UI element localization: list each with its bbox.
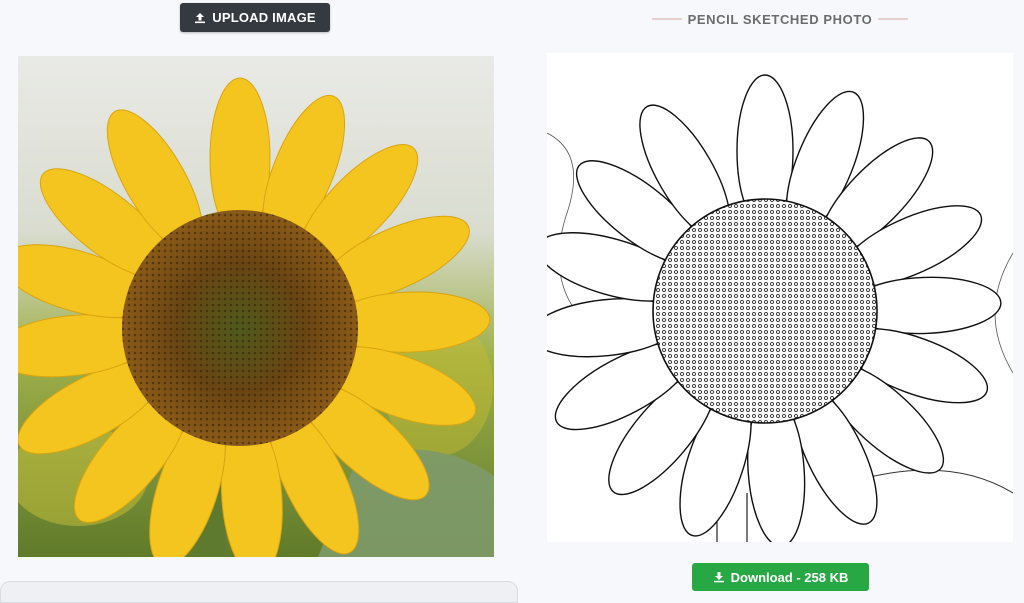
download-icon <box>713 571 725 583</box>
title-divider-right <box>878 18 909 20</box>
title-divider-left <box>652 18 682 20</box>
bottom-panel <box>0 581 518 603</box>
upload-image-button[interactable]: UPLOAD IMAGE <box>180 3 330 32</box>
result-title: PENCIL SKETCHED PHOTO <box>652 9 909 29</box>
download-button[interactable]: Download - 258 KB <box>692 563 869 591</box>
sketched-photo <box>547 53 1013 542</box>
upload-icon <box>194 12 206 24</box>
result-title-text: PENCIL SKETCHED PHOTO <box>681 11 879 27</box>
upload-image-label: UPLOAD IMAGE <box>212 10 316 25</box>
download-label: Download - 258 KB <box>730 569 849 585</box>
original-photo <box>18 56 494 557</box>
